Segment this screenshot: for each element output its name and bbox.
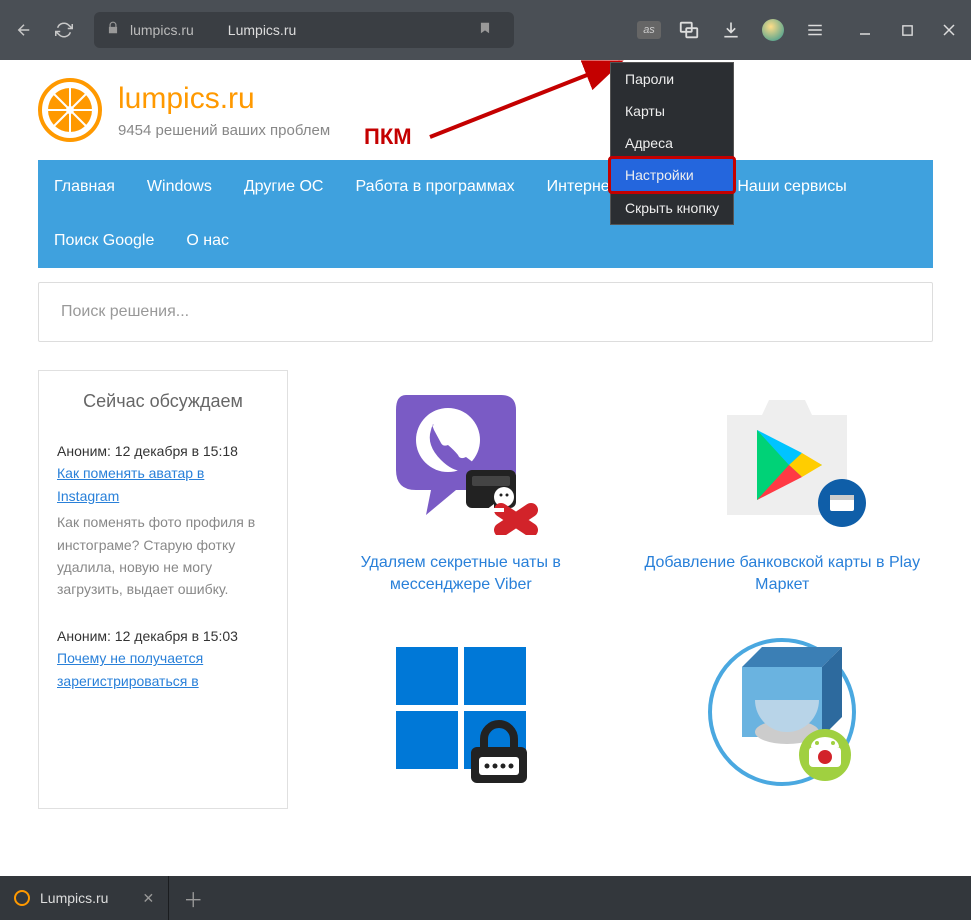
article-card[interactable]: [310, 627, 612, 809]
menu-item-settings[interactable]: Настройки: [608, 156, 736, 194]
card-title[interactable]: Удаляем секретные чаты в мессенджере Vib…: [310, 552, 612, 597]
autofill-context-menu: Пароли Карты Адреса Настройки Скрыть кно…: [610, 62, 734, 225]
article-card[interactable]: Добавление банковской карты в Play Марке…: [632, 370, 934, 597]
play-store-icon: [692, 370, 872, 540]
autofill-icon[interactable]: [675, 16, 703, 44]
close-button[interactable]: [935, 16, 963, 44]
android-install-icon: [692, 627, 872, 797]
viber-icon: [371, 370, 551, 540]
annotation-label: ПКМ: [364, 124, 412, 150]
menu-item-passwords[interactable]: Пароли: [611, 63, 733, 95]
page-title-display: Lumpics.ru: [228, 22, 468, 38]
windows-password-icon: [371, 627, 551, 797]
discussion-link[interactable]: Как поменять аватар в Instagram: [57, 465, 204, 503]
sidebar-title: Сейчас обсуждаем: [57, 391, 269, 412]
tab-bar: Lumpics.ru ✕ ＋: [0, 876, 971, 920]
maximize-button[interactable]: [893, 16, 921, 44]
nav-google[interactable]: Поиск Google: [38, 214, 170, 268]
favicon: [14, 890, 30, 906]
card-title[interactable]: Добавление банковской карты в Play Марке…: [632, 552, 934, 597]
bookmark-icon[interactable]: [478, 20, 492, 41]
menu-icon[interactable]: [801, 16, 829, 44]
nav-windows[interactable]: Windows: [131, 160, 228, 214]
discussion-text: Как поменять фото профиля в инстограме? …: [57, 511, 269, 601]
main-nav: Главная Windows Другие ОС Работа в прогр…: [38, 160, 933, 268]
discussion-item: Аноним: 12 декабря в 15:18 Как поменять …: [57, 440, 269, 601]
nav-programs[interactable]: Работа в программах: [339, 160, 530, 214]
browser-tab[interactable]: Lumpics.ru ✕: [0, 876, 169, 920]
discussion-item: Аноним: 12 декабря в 15:03 Почему не пол…: [57, 625, 269, 692]
menu-item-cards[interactable]: Карты: [611, 95, 733, 127]
nav-services[interactable]: Наши сервисы: [721, 160, 862, 214]
discussion-meta: Аноним: 12 декабря в 15:18: [57, 440, 269, 462]
profile-avatar[interactable]: [759, 16, 787, 44]
reload-button[interactable]: [48, 14, 80, 46]
site-header: lumpics.ru 9454 решений ваших проблем: [38, 78, 933, 142]
url-display: lumpics.ru: [130, 22, 194, 38]
lastfm-extension-icon[interactable]: as: [637, 21, 661, 39]
discussions-sidebar: Сейчас обсуждаем Аноним: 12 декабря в 15…: [38, 370, 288, 809]
site-logo[interactable]: [38, 78, 102, 142]
address-bar[interactable]: lumpics.ru Lumpics.ru: [94, 12, 514, 48]
site-subtitle: 9454 решений ваших проблем: [118, 122, 330, 139]
toolbar-right: as: [637, 16, 963, 44]
site-title[interactable]: lumpics.ru: [118, 82, 330, 116]
tab-close-icon[interactable]: ✕: [142, 890, 154, 907]
menu-item-hide[interactable]: Скрыть кнопку: [611, 192, 733, 224]
page-content: lumpics.ru 9454 решений ваших проблем Гл…: [0, 60, 971, 876]
article-card[interactable]: Удаляем секретные чаты в мессенджере Vib…: [310, 370, 612, 597]
lock-icon: [106, 21, 120, 40]
new-tab-button[interactable]: ＋: [169, 884, 217, 913]
downloads-icon[interactable]: [717, 16, 745, 44]
discussion-link[interactable]: Почему не получается зарегистрироваться …: [57, 650, 203, 688]
nav-other-os[interactable]: Другие ОС: [228, 160, 340, 214]
tab-title: Lumpics.ru: [40, 890, 108, 906]
browser-titlebar: lumpics.ru Lumpics.ru as: [0, 0, 971, 60]
back-button[interactable]: [8, 14, 40, 46]
minimize-button[interactable]: [851, 16, 879, 44]
menu-item-addresses[interactable]: Адреса: [611, 127, 733, 159]
nav-home[interactable]: Главная: [38, 160, 131, 214]
search-input[interactable]: Поиск решения...: [38, 282, 933, 342]
article-grid: Удаляем секретные чаты в мессенджере Vib…: [310, 370, 933, 809]
discussion-meta: Аноним: 12 декабря в 15:03: [57, 625, 269, 647]
nav-about[interactable]: О нас: [170, 214, 245, 268]
article-card[interactable]: [632, 627, 934, 809]
